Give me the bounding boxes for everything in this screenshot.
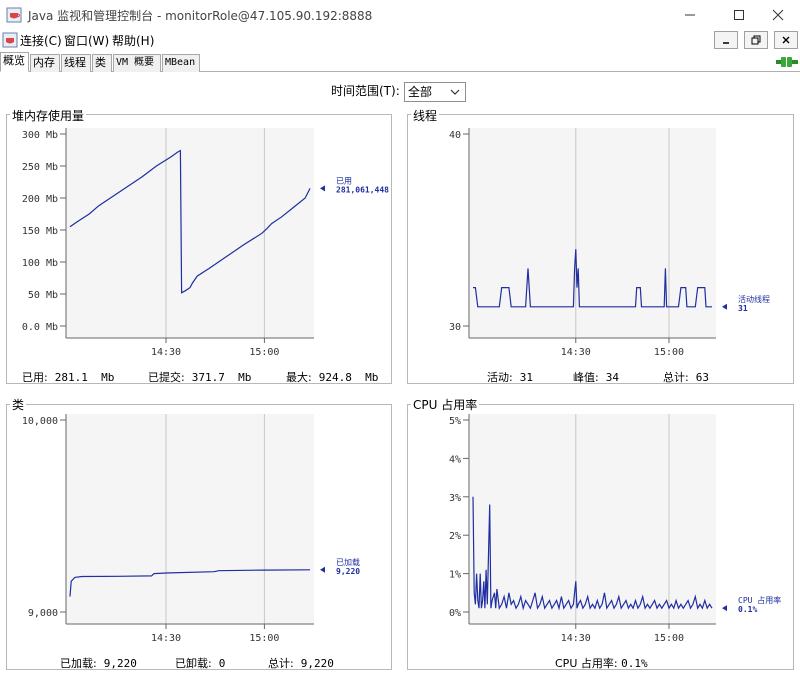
cpu-y-tick-label: 0%: [449, 608, 461, 619]
cpu-x-tick-label: 14:30: [561, 633, 591, 644]
cpu-y-tick-label: 4%: [449, 454, 461, 465]
cpu-series-value: 0.1%: [738, 605, 757, 614]
cpu-y-tick-label: 3%: [449, 493, 461, 504]
cpu-y-tick-label: 1%: [449, 570, 461, 581]
cpu-plot-area: [469, 414, 716, 624]
cpu-y-tick-label: 2%: [449, 531, 461, 542]
cpu-chart: 14:30 15:00 0% 1% 2% 3% 4% 5% CPU 占用率0.1%: [449, 414, 781, 644]
cpu-series-marker: [722, 605, 727, 612]
cpu-x-tick-label: 15:00: [654, 633, 684, 644]
cpu-y-tick-label: 5%: [449, 416, 461, 427]
cpu-stat-usage: CPU 占用率: 0.1%: [555, 657, 648, 670]
cpu-series-name: CPU 占用率: [738, 595, 781, 605]
jconsole-window: Java 监视和管理控制台 - monitorRole@47.105.90.19…: [0, 0, 800, 675]
